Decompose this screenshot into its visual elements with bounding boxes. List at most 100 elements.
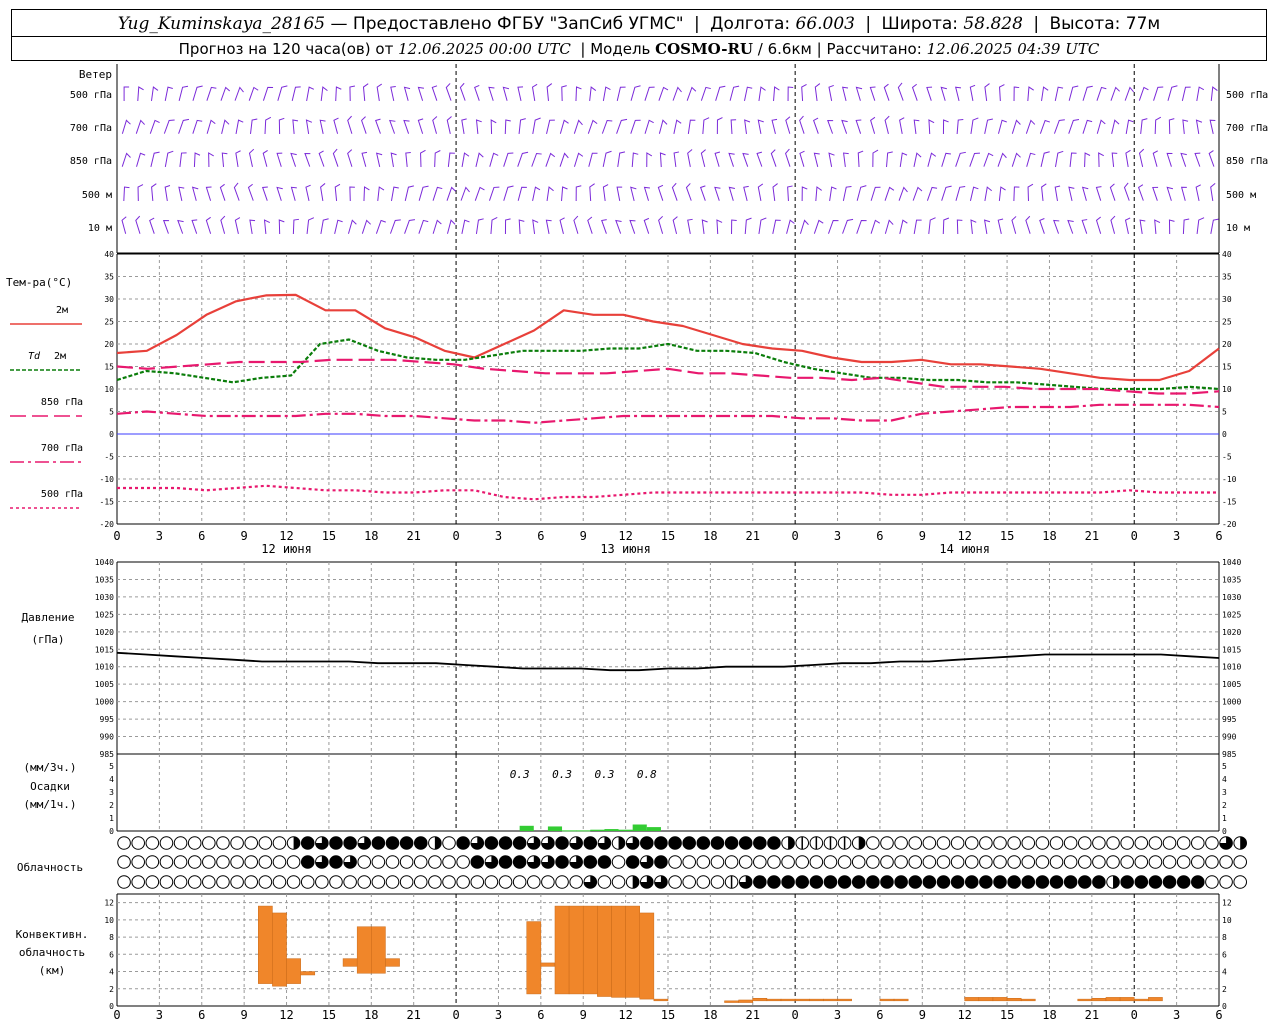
wind-barb — [1196, 86, 1205, 101]
cloud-cover-symbol — [512, 855, 527, 869]
wind-barb — [361, 116, 367, 134]
wind-barb — [1082, 85, 1093, 101]
wind-barb — [531, 83, 538, 102]
cloud-cover-symbol — [1148, 836, 1163, 850]
wind-barb — [573, 119, 583, 134]
pressure-tick-right: 1015 — [1222, 645, 1241, 654]
wind-barb — [276, 186, 283, 201]
cloud-cover-symbol — [1134, 855, 1149, 869]
cloud-cover-symbol — [922, 875, 937, 889]
temperature-x-tick: 21 — [1085, 529, 1099, 543]
temperature-x-tick: 0 — [452, 529, 459, 543]
wind-barb — [150, 86, 159, 102]
wind-barb — [561, 186, 568, 202]
wind-barb — [855, 86, 863, 101]
wind-barb — [1041, 183, 1047, 202]
temperature-series-t2m — [116, 293, 1220, 382]
wind-barb — [363, 186, 370, 202]
legend-label: 700 гПа — [41, 443, 83, 454]
cloud-cover-symbol — [159, 875, 174, 889]
pressure-panel-label: Давление — [22, 611, 75, 624]
convective-x-tick: 3 — [495, 1008, 502, 1022]
temperature-tick-left: 25 — [104, 318, 114, 327]
cloud-cover-symbol — [908, 875, 923, 889]
cloud-cover-symbol — [498, 836, 513, 850]
cloud-cover-symbol — [654, 855, 668, 869]
wind-barb — [1068, 186, 1075, 201]
cloud-cover-symbol — [1162, 855, 1177, 869]
temperature-tick-left: -20 — [100, 520, 115, 529]
convective-cloud-bar — [724, 1000, 739, 1003]
cloud-cover-symbol — [1134, 875, 1149, 889]
wind-barb — [729, 85, 740, 101]
cloud-cover-symbol — [1007, 836, 1021, 850]
wind-barb — [772, 183, 778, 202]
cloud-cover-symbol — [936, 875, 951, 889]
wind-barb — [1039, 218, 1045, 234]
wind-barb — [899, 152, 908, 168]
temperature-tick-right: 40 — [1222, 250, 1232, 259]
cloud-cover-symbol — [293, 836, 300, 850]
wind-barb — [813, 219, 824, 234]
wind-barb — [801, 186, 808, 202]
wind-barb — [1154, 219, 1161, 235]
wind-barb — [956, 219, 963, 235]
wind-barb — [1166, 186, 1174, 201]
wind-barb — [205, 186, 212, 201]
cloud-cover-symbol — [1233, 855, 1247, 869]
cloud-cover-symbol — [611, 855, 626, 869]
temperature-x-tick: 18 — [703, 529, 717, 543]
pressure-tick-left: 1020 — [95, 628, 114, 637]
temperature-tick-right: 25 — [1222, 318, 1232, 327]
cloud-cover-symbol — [668, 836, 682, 850]
convective-cloud-bar — [639, 912, 655, 1000]
cloud-cover-symbol — [1035, 875, 1050, 889]
precip-panel-label: Осадки — [30, 780, 70, 793]
wind-barb — [319, 119, 326, 134]
wind-barb — [801, 83, 807, 102]
convective-cloud-bar — [879, 998, 895, 1002]
temperature-series-t500 — [117, 484, 1219, 501]
wind-barb — [1084, 152, 1091, 168]
wind-barb — [1124, 217, 1131, 234]
convective-cloud-bar — [385, 958, 400, 967]
temperature-x-tick: 0 — [792, 529, 799, 543]
wind-barb — [1053, 219, 1060, 234]
convective-x-tick: 18 — [1042, 1008, 1056, 1022]
wind-barb — [911, 83, 918, 101]
cloud-cover-symbol — [1134, 836, 1149, 850]
temperature-tick-left: -10 — [100, 475, 115, 484]
wind-barb — [306, 217, 315, 235]
wind-barb — [150, 151, 160, 167]
wind-barb — [404, 185, 414, 201]
wind-barb — [404, 219, 416, 234]
pressure-tick-right: 1025 — [1222, 610, 1241, 619]
wind-barb — [785, 116, 791, 134]
convective-x-tick: 15 — [322, 1008, 336, 1022]
wind-barb — [532, 117, 541, 134]
wind-barb — [191, 219, 198, 234]
wind-barb — [984, 186, 993, 201]
cloud-cover-symbol — [964, 836, 979, 850]
wind-barb — [1181, 86, 1191, 101]
cloud-cover-symbol — [272, 836, 287, 850]
wind-barb — [1180, 186, 1187, 201]
temperature-tick-left: -5 — [104, 453, 114, 462]
wind-barb — [870, 186, 881, 201]
wind-barb — [899, 117, 905, 134]
cloud-cover-symbol — [428, 855, 442, 869]
wind-barb — [828, 152, 835, 167]
cloud-cover-symbol — [117, 855, 131, 869]
wind-barb — [546, 186, 554, 202]
wind-barb — [672, 86, 682, 101]
cloud-cover-symbol — [131, 836, 145, 850]
cloud-cover-symbol — [173, 875, 188, 889]
convective-cloud-bar — [893, 998, 909, 1002]
wind-barb — [644, 86, 655, 101]
wind-barb — [716, 219, 723, 235]
wind-barb — [1110, 86, 1120, 101]
cloud-cover-symbol — [823, 875, 838, 889]
wind-barb — [913, 119, 920, 135]
temperature-tick-right: 20 — [1222, 340, 1232, 349]
convective-cloud-bar — [1148, 997, 1163, 1002]
